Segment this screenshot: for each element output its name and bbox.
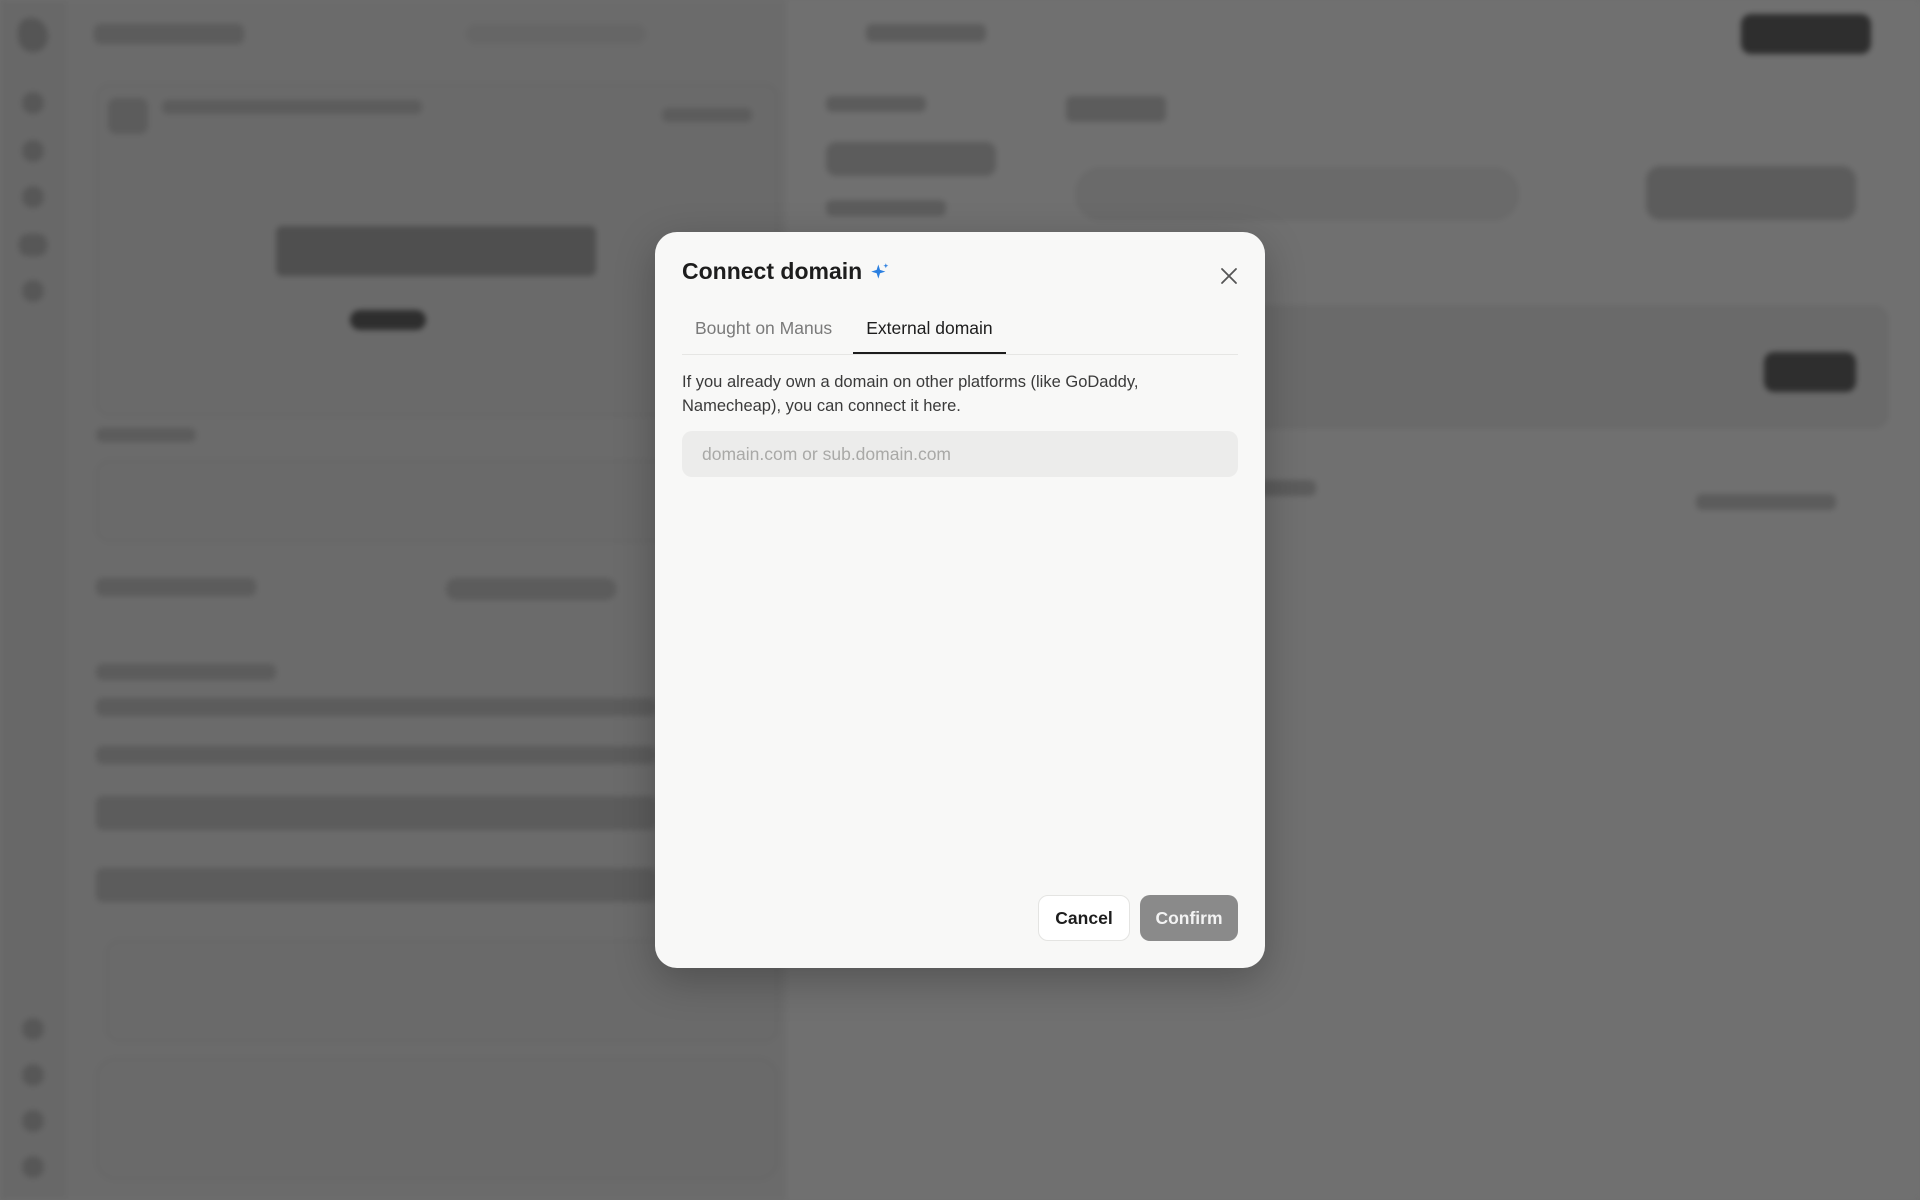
left-rail	[0, 0, 67, 1200]
tab-external-domain[interactable]: External domain	[853, 314, 1006, 354]
confirm-button[interactable]: Confirm	[1140, 895, 1238, 941]
domain-row-placeholder	[1076, 168, 1518, 220]
section-label-placeholder	[96, 428, 196, 442]
rail-icon	[22, 280, 44, 302]
dialog-title: Connect domain	[682, 258, 863, 284]
pill-placeholder	[446, 578, 616, 600]
domain-source-tabs: Bought on Manus External domain	[682, 314, 1238, 355]
close-icon	[1221, 268, 1237, 284]
tab-bought-on-manus[interactable]: Bought on Manus	[682, 314, 845, 354]
settings-title-placeholder	[866, 24, 986, 42]
rail-icon	[22, 1018, 44, 1040]
domain-input[interactable]	[682, 431, 1238, 477]
rail-icon	[22, 186, 44, 208]
suggestion-placeholder	[96, 746, 656, 764]
connect-domain-dialog: Connect domain Bought on Manus External …	[655, 232, 1265, 968]
status-placeholder	[96, 578, 256, 596]
external-label-placeholder	[1256, 480, 1316, 496]
card-thumbnail	[108, 98, 148, 134]
nav-item-placeholder	[826, 200, 946, 216]
card-text-placeholder	[162, 100, 422, 114]
rail-icon	[19, 234, 47, 256]
rail-icon	[22, 92, 44, 114]
suggestion-placeholder	[96, 698, 656, 716]
composer-box	[96, 1058, 778, 1180]
publish-button-placeholder	[1741, 14, 1871, 54]
domain-actions-placeholder	[1646, 166, 1856, 220]
badge-placeholder	[350, 310, 426, 330]
app-logo	[18, 18, 48, 52]
rail-icon	[22, 1110, 44, 1132]
buy-button-placeholder	[1764, 352, 1856, 392]
nav-item-active-placeholder	[826, 142, 996, 176]
suggestion-placeholder	[96, 796, 656, 830]
dialog-description: If you already own a domain on other pla…	[682, 373, 1139, 415]
dialog-header: Connect domain	[682, 258, 890, 285]
close-button[interactable]	[1215, 262, 1243, 290]
chart-placeholder	[276, 226, 596, 276]
sparkle-icon	[871, 262, 889, 279]
connect-link-placeholder	[1696, 494, 1836, 510]
rail-icon	[22, 1064, 44, 1086]
suggestion-placeholder	[96, 868, 656, 902]
cancel-button[interactable]: Cancel	[1038, 895, 1130, 941]
nav-item-placeholder	[826, 96, 926, 112]
domains-heading-placeholder	[1066, 96, 1166, 122]
card-action-placeholder	[662, 108, 752, 122]
suggestions-label-placeholder	[96, 664, 276, 680]
rail-icon	[22, 140, 44, 162]
project-title-placeholder	[94, 24, 244, 44]
rail-icon	[22, 1156, 44, 1178]
toolbar-placeholder	[466, 24, 646, 44]
